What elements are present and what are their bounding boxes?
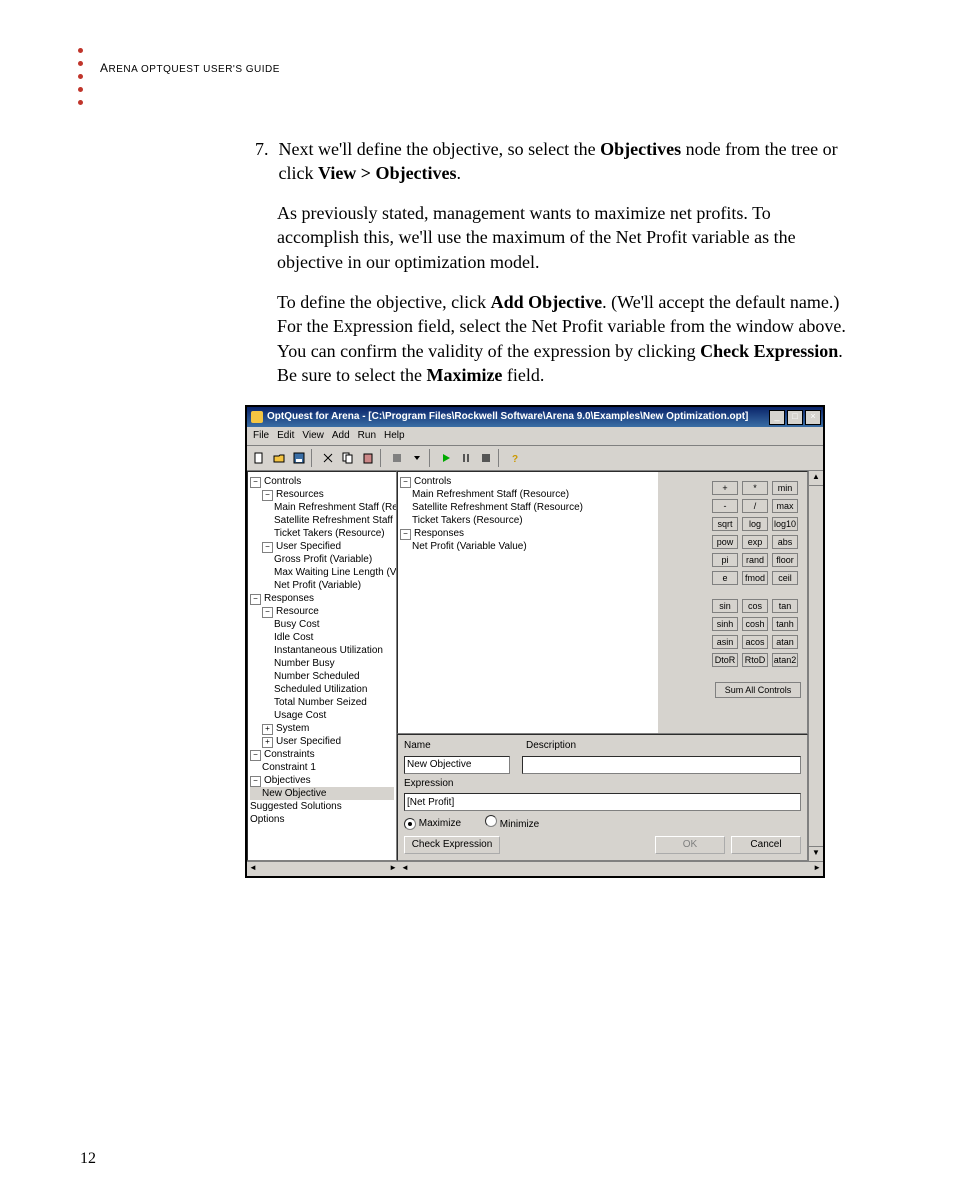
calc--button[interactable]: + [712, 481, 738, 495]
paste-icon[interactable] [358, 448, 378, 468]
calc-fmod-button[interactable]: fmod [742, 571, 768, 585]
name-label: Name [404, 740, 431, 751]
stop2-icon[interactable] [476, 448, 496, 468]
calc-atan2-button[interactable]: atan2 [772, 653, 798, 667]
calc-floor-button[interactable]: floor [772, 553, 798, 567]
svg-text:?: ? [512, 454, 518, 464]
scroll-down-icon[interactable]: ▼ [809, 846, 823, 861]
calc-sin-button[interactable]: sin [712, 599, 738, 613]
calc-pow-button[interactable]: pow [712, 535, 738, 549]
close-button[interactable]: × [805, 410, 821, 425]
name-input[interactable] [404, 756, 510, 774]
menu-run[interactable]: Run [358, 429, 376, 443]
calc-log-button[interactable]: log [742, 517, 768, 531]
vertical-scrollbar[interactable]: ▲ ▼ [808, 471, 823, 861]
menu-view[interactable]: View [302, 429, 324, 443]
check-expression-button[interactable]: Check Expression [404, 836, 500, 854]
step-text: Next we'll define the objective, so sele… [279, 137, 856, 186]
calc-cosh-button[interactable]: cosh [742, 617, 768, 631]
calc-rand-button[interactable]: rand [742, 553, 768, 567]
tree-selected: New Objective [250, 787, 394, 800]
menu-bar: File Edit View Add Run Help [247, 427, 823, 446]
paragraph: To define the objective, click Add Objec… [277, 290, 855, 387]
copy-icon[interactable] [338, 448, 358, 468]
calc-min-button[interactable]: min [772, 481, 798, 495]
minimize-button[interactable]: _ [769, 410, 785, 425]
calc-atan-button[interactable]: atan [772, 635, 798, 649]
calculator-panel: + * min -/ max sqrtlog log10 powexpabs pirandflo… [658, 472, 807, 734]
sum-all-button[interactable]: Sum All Controls [715, 682, 801, 698]
calc-asin-button[interactable]: asin [712, 635, 738, 649]
calc-sqrt-button[interactable]: sqrt [712, 517, 738, 531]
menu-edit[interactable]: Edit [277, 429, 294, 443]
calc--button[interactable]: * [742, 481, 768, 495]
calc-max-button[interactable]: max [772, 499, 798, 513]
app-window: OptQuest for Arena - [C:\Program Files\R… [245, 405, 825, 878]
calc-pi-button[interactable]: pi [712, 553, 738, 567]
calc-DtoR-button[interactable]: DtoR [712, 653, 738, 667]
toolbar: ? [247, 446, 823, 471]
page-header: ARENA OPTQUEST USER'S GUIDE [100, 60, 874, 77]
step-number: 7. [255, 137, 269, 186]
play-icon[interactable] [436, 448, 456, 468]
scroll-up-icon[interactable]: ▲ [809, 471, 823, 486]
window-title: OptQuest for Arena - [C:\Program Files\R… [267, 410, 769, 424]
calc-e-button[interactable]: e [712, 571, 738, 585]
expression-label: Expression [404, 777, 453, 791]
calc-exp-button[interactable]: exp [742, 535, 768, 549]
maximize-radio[interactable]: Maximize [404, 817, 461, 831]
open-icon[interactable] [269, 448, 289, 468]
menu-help[interactable]: Help [384, 429, 405, 443]
menu-file[interactable]: File [253, 429, 269, 443]
margin-bullets [78, 48, 83, 113]
calc-cos-button[interactable]: cos [742, 599, 768, 613]
save-icon[interactable] [289, 448, 309, 468]
stop-icon[interactable] [387, 448, 407, 468]
page-number: 12 [80, 1148, 96, 1170]
paragraph: As previously stated, management wants t… [277, 201, 855, 274]
right-hscroll[interactable]: ◄► [399, 861, 823, 876]
ok-button[interactable]: OK [655, 836, 725, 854]
dropdown-icon[interactable] [407, 448, 427, 468]
title-bar[interactable]: OptQuest for Arena - [C:\Program Files\R… [247, 407, 823, 427]
objective-form: Name Description Expression Maximize [397, 734, 808, 861]
calc--button[interactable]: - [712, 499, 738, 513]
calc-acos-button[interactable]: acos [742, 635, 768, 649]
menu-add[interactable]: Add [332, 429, 350, 443]
expression-input[interactable] [404, 793, 801, 811]
description-label: Description [526, 740, 576, 751]
pause-icon[interactable] [456, 448, 476, 468]
left-hscroll[interactable]: ◄► [247, 861, 399, 876]
help-icon[interactable]: ? [505, 448, 525, 468]
calc-ceil-button[interactable]: ceil [772, 571, 798, 585]
cut-icon[interactable] [318, 448, 338, 468]
cancel-button[interactable]: Cancel [731, 836, 801, 854]
maximize-button[interactable]: □ [787, 410, 803, 425]
calc-log10-button[interactable]: log10 [772, 517, 798, 531]
calc-RtoD-button[interactable]: RtoD [742, 653, 768, 667]
calc-abs-button[interactable]: abs [772, 535, 798, 549]
calc-tanh-button[interactable]: tanh [772, 617, 798, 631]
left-tree-pane[interactable]: −Controls −Resources Main Refreshment St… [247, 471, 397, 861]
new-icon[interactable] [249, 448, 269, 468]
minimize-radio[interactable]: Minimize [485, 815, 539, 832]
calc-sinh-button[interactable]: sinh [712, 617, 738, 631]
description-input[interactable] [522, 756, 801, 774]
right-tree-pane[interactable]: −Controls Main Refreshment Staff (Resour… [398, 472, 658, 734]
calc-tan-button[interactable]: tan [772, 599, 798, 613]
calc--button[interactable]: / [742, 499, 768, 513]
app-icon [251, 411, 263, 423]
